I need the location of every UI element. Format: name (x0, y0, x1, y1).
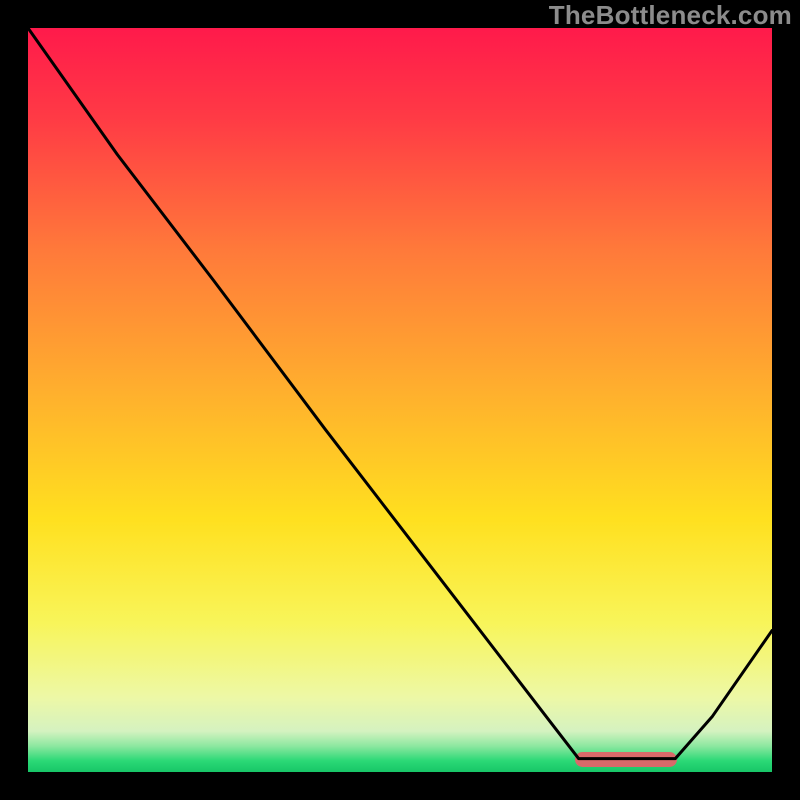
bottleneck-curve (28, 28, 772, 772)
chart-stage: TheBottleneck.com (0, 0, 800, 800)
attribution-text: TheBottleneck.com (549, 0, 792, 31)
plot-area (28, 28, 772, 772)
